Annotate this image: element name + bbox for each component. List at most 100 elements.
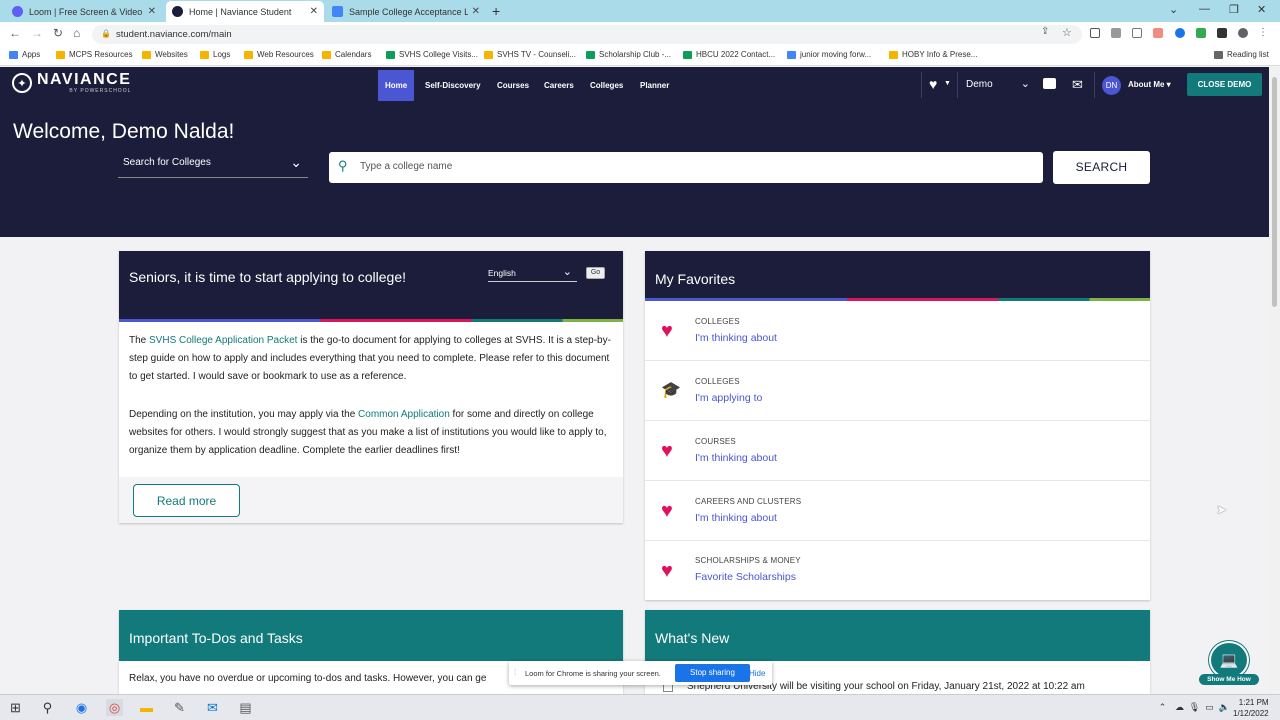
bookmark-folder[interactable]: SVHS TV - Counseli... [484,50,576,59]
loom-favicon-icon [12,6,23,17]
browser-menu-icon[interactable]: ⋮ [1258,28,1268,38]
close-tab-icon[interactable]: ✕ [148,6,156,17]
bookmark-folder[interactable]: HOBY Info & Prese... [889,50,977,59]
drag-handle-icon[interactable]: ⁞ [514,668,516,677]
scrollbar-thumb[interactable] [1272,77,1277,307]
extension-icon[interactable] [1175,28,1185,38]
chevron-down-icon: ⌄ [562,266,572,278]
edge-browser-icon[interactable]: ◉ [73,699,90,716]
heart-icon: ♥ [661,560,673,582]
extension-shield-icon[interactable] [1090,28,1100,38]
bookmark-drive[interactable]: Scholarship Club -... [586,50,671,59]
folder-icon [322,50,331,59]
browser-tab-naviance[interactable]: Home | Naviance Student ✕ [166,1,324,22]
bookmark-folder[interactable]: Web Resources [244,50,314,59]
nav-courses[interactable]: Courses [490,70,536,101]
bookmark-doc[interactable]: junior moving forw... [787,50,871,59]
address-bar-row: ← → ↻ ⌂ 🔒 student.naviance.com/main ⇪ ☆ [0,22,1280,46]
heart-icon: ♥ [661,440,673,462]
favorite-scholarships[interactable]: ♥ SCHOLARSHIPS & MONEY Favorite Scholars… [645,541,1150,601]
about-me-menu[interactable]: About Me ▾ [1128,80,1171,89]
bookmark-folder[interactable]: Logs [200,50,230,59]
bookmark-star-icon[interactable]: ☆ [1062,26,1072,39]
browser-tab-bar: Loom | Free Screen & Video Rec ✕ Home | … [0,0,1280,22]
page-scrollbar[interactable] [1269,67,1280,694]
search-button[interactable]: SEARCH [1053,151,1150,184]
extension-icon[interactable] [1196,28,1206,38]
announcement-paragraph: The SVHS College Application Packet is t… [129,335,611,382]
restore-icon[interactable]: ❐ [1229,3,1239,16]
minimize-icon[interactable]: — [1199,3,1210,15]
volume-icon[interactable]: 🔈 [1216,699,1233,716]
announcement-header: Seniors, it is time to start applying to… [119,251,623,322]
tab-search-icon[interactable]: ⌄ [1169,3,1178,16]
search-type-select[interactable]: Search for Colleges ⌄ [118,152,308,178]
bookmark-sheet[interactable]: HBCU 2022 Contact... [683,50,775,59]
hide-banner-link[interactable]: Hide [749,669,765,678]
forward-icon[interactable]: → [31,26,43,40]
close-tab-icon[interactable]: ✕ [472,6,480,17]
url-input[interactable]: 🔒 student.naviance.com/main [92,25,1082,44]
folder-icon [484,50,493,59]
windows-start-icon[interactable]: ⊞ [7,699,24,716]
chevron-down-icon: ⌄ [290,154,302,170]
bookmark-folder[interactable]: MCPS Resources [56,50,133,59]
nav-home[interactable]: Home [378,70,415,101]
mail-icon[interactable]: ✉ [1072,77,1083,93]
sheets-icon [683,50,692,59]
nav-planner[interactable]: Planner [633,70,676,101]
browser-tab-loom[interactable]: Loom | Free Screen & Video Rec ✕ [6,1,162,22]
favorite-colleges-applying[interactable]: 🎓 COLLEGES I'm applying to [645,361,1150,421]
common-application-link[interactable]: Common Application [358,409,450,420]
show-me-how-button[interactable]: 💻 Show Me How [1199,641,1259,686]
nav-self-discovery[interactable]: Self-Discovery [418,70,488,101]
extension-icon[interactable] [1111,28,1121,38]
nav-colleges[interactable]: Colleges [583,70,630,101]
close-demo-button[interactable]: CLOSE DEMO [1187,73,1262,96]
docs-icon [787,50,796,59]
language-go-button[interactable]: Go [586,267,605,279]
home-icon[interactable]: ⌂ [73,26,80,40]
reload-icon[interactable]: ↻ [53,26,63,40]
nav-careers[interactable]: Careers [537,70,581,101]
close-window-icon[interactable]: ✕ [1257,3,1266,16]
naviance-logo[interactable]: ✦ NAVIANCE BY POWERSCHOOL [12,72,131,94]
reading-list-icon [1214,50,1223,59]
new-tab-icon[interactable]: + [492,3,500,19]
bookmark-folder[interactable]: Websites [142,50,188,59]
close-tab-icon[interactable]: ✕ [310,6,318,17]
bookmark-folder[interactable]: Calendars [322,50,371,59]
read-more-button[interactable]: Read more [133,484,240,517]
favorites-heart-icon[interactable]: ♥ [929,76,937,92]
tray-chevron-icon[interactable]: ⌃ [1154,699,1171,716]
chrome-browser-icon[interactable]: ◎ [106,699,123,716]
taskbar-clock[interactable]: 1:21 PM 1/12/2022 [1233,697,1269,719]
application-packet-link[interactable]: SVHS College Application Packet [149,335,297,346]
favorite-courses[interactable]: ♥ COURSES I'm thinking about [645,421,1150,481]
share-icon[interactable]: ⇪ [1041,26,1049,37]
heart-icon: ♥ [661,320,673,342]
reading-list[interactable]: Reading list [1214,50,1269,59]
bookmark-sheet[interactable]: SVHS College Visits... [386,50,478,59]
extension-icon[interactable] [1153,28,1163,38]
stop-sharing-button[interactable]: Stop sharing [675,664,750,682]
bookmark-apps[interactable]: Apps [9,50,40,59]
outlook-icon[interactable]: ✉ [204,699,221,716]
message-icon[interactable] [1043,78,1056,89]
search-icon[interactable]: ⚲ [39,699,56,716]
app-icon[interactable]: ✎ [171,699,188,716]
file-explorer-icon[interactable]: ▬ [138,699,155,716]
extensions-puzzle-icon[interactable] [1217,28,1227,38]
favorite-colleges-thinking[interactable]: ♥ COLLEGES I'm thinking about [645,301,1150,361]
demo-select[interactable]: Demo ⌄ [966,78,1032,93]
favorite-careers[interactable]: ♥ CAREERS AND CLUSTERS I'm thinking abou… [645,481,1150,541]
back-icon[interactable]: ← [9,26,21,40]
browser-tab-sample-letter[interactable]: Sample College Acceptance Lett ✕ [326,1,486,22]
college-search-input[interactable]: ⚲ Type a college name [329,152,1043,183]
avatar[interactable]: DN [1102,76,1121,95]
profile-icon[interactable] [1238,28,1248,38]
notepad-icon[interactable]: ▤ [237,699,254,716]
language-select[interactable]: English ⌄ [488,266,577,282]
extension-icon[interactable] [1132,28,1142,38]
divider [957,72,958,98]
